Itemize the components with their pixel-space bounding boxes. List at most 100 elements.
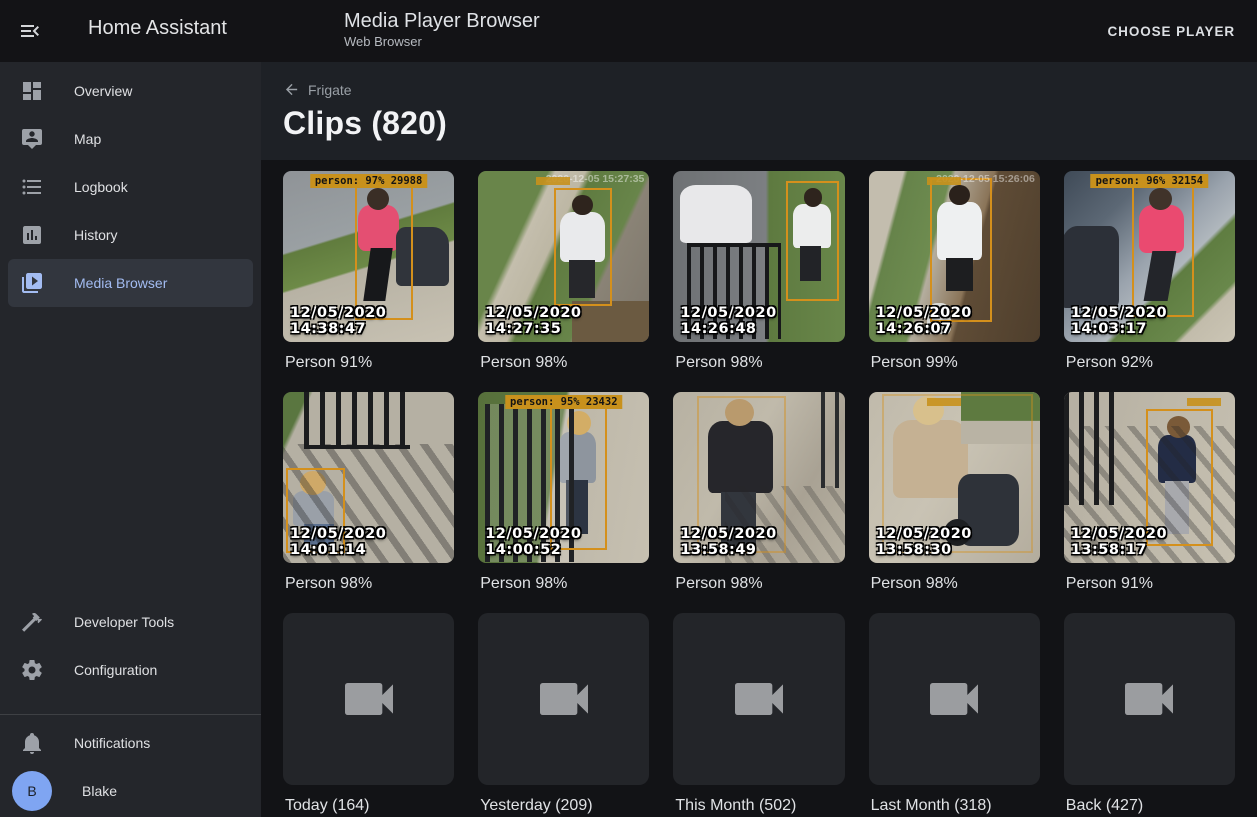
- folder-card-today[interactable]: Today (164): [283, 613, 454, 814]
- sidebar-item-configuration[interactable]: Configuration: [8, 646, 253, 694]
- frigate-timestamp: 12/05/2020 14:38:47: [290, 305, 454, 337]
- detection-bbox: [554, 188, 612, 306]
- folder-thumbnail[interactable]: [673, 613, 844, 784]
- clip-card[interactable]: person: 96% 32154 12/05/2020 14:03:17 Pe…: [1064, 171, 1235, 372]
- list-bulleted-icon: [20, 175, 44, 199]
- clip-card[interactable]: 2020-12-05 15:27:35 12/05/2020 14:27:35 …: [478, 171, 649, 372]
- view-dashboard-icon: [20, 79, 44, 103]
- folder-thumbnail[interactable]: [283, 613, 454, 784]
- clip-card[interactable]: 2020-12-05 15:26:06 12/05/2020 14:26:07 …: [869, 171, 1040, 372]
- detection-bbox: [355, 181, 413, 320]
- sidebar-bottom-section: Notifications B Blake: [0, 714, 261, 815]
- clip-thumbnail[interactable]: 12/05/2020 13:58:30: [869, 392, 1040, 563]
- app-title: Home Assistant: [88, 17, 227, 40]
- clip-thumbnail[interactable]: 12/05/2020 14:26:48: [673, 171, 844, 342]
- sidebar-item-label: Configuration: [74, 662, 157, 678]
- breadcrumb-label: Frigate: [308, 82, 352, 98]
- video-camera-icon: [727, 667, 791, 731]
- clip-card[interactable]: 12/05/2020 13:58:30 Person 98%: [869, 392, 1040, 593]
- frigate-timestamp: 12/05/2020 14:26:48: [680, 305, 844, 337]
- folder-card-yesterday[interactable]: Yesterday (209): [478, 613, 649, 814]
- clip-card[interactable]: 12/05/2020 14:01:14 Person 98%: [283, 392, 454, 593]
- sidebar-item-notifications[interactable]: Notifications: [8, 719, 253, 767]
- folder-card-last-month[interactable]: Last Month (318): [869, 613, 1040, 814]
- clip-caption: Person 98%: [869, 575, 1040, 593]
- sidebar-item-label: Notifications: [74, 735, 150, 751]
- clip-thumbnail[interactable]: 12/05/2020 13:58:17: [1064, 392, 1235, 563]
- clip-thumbnail[interactable]: 2020-12-05 15:26:06 12/05/2020 14:26:07: [869, 171, 1040, 342]
- video-camera-icon: [337, 667, 401, 731]
- page-title: Media Player Browser: [344, 9, 540, 33]
- folder-caption: This Month (502): [673, 797, 844, 815]
- clip-card[interactable]: 12/05/2020 13:58:17 Person 91%: [1064, 392, 1235, 593]
- sidebar-item-logbook[interactable]: Logbook: [8, 163, 253, 211]
- clip-card[interactable]: person: 97% 29988 12/05/2020 14:38:47 Pe…: [283, 171, 454, 372]
- clip-thumbnail[interactable]: person: 97% 29988 12/05/2020 14:38:47: [283, 171, 454, 342]
- folder-caption: Yesterday (209): [478, 797, 649, 815]
- sidebar-toggle-button[interactable]: [18, 19, 42, 43]
- clip-caption: Person 92%: [1064, 354, 1235, 372]
- clip-thumbnail[interactable]: 12/05/2020 13:58:49: [673, 392, 844, 563]
- sidebar-spacer: [0, 307, 261, 593]
- clip-caption: Person 98%: [283, 575, 454, 593]
- frigate-timestamp: 12/05/2020 14:00:52: [485, 526, 649, 558]
- camera-timestamp-overlay: 2020-12-05 15:26:06: [936, 173, 1035, 185]
- sidebar-item-label: History: [74, 227, 118, 243]
- sidebar: Overview Map Logbook History Media Brows…: [0, 62, 261, 817]
- sidebar-item-overview[interactable]: Overview: [8, 67, 253, 115]
- tooltip-account-icon: [20, 127, 44, 151]
- folder-thumbnail[interactable]: [1064, 613, 1235, 784]
- media-browser-main: Frigate Clips (820) person: 97% 29988 12…: [261, 62, 1257, 817]
- clip-thumbnail[interactable]: 2020-12-05 15:27:35 12/05/2020 14:27:35: [478, 171, 649, 342]
- camera-timestamp-overlay: 2020-12-05 15:27:35: [546, 173, 645, 185]
- detection-label: person: 97% 29988: [310, 174, 427, 188]
- video-camera-icon: [1117, 667, 1181, 731]
- user-avatar: B: [12, 771, 52, 811]
- chart-box-icon: [20, 223, 44, 247]
- user-name: Blake: [82, 783, 117, 799]
- clip-caption: Person 99%: [869, 354, 1040, 372]
- sidebar-menu: Overview Map Logbook History Media Brows…: [0, 62, 261, 307]
- clip-caption: Person 98%: [478, 354, 649, 372]
- folder-thumbnail[interactable]: [869, 613, 1040, 784]
- frigate-timestamp: 12/05/2020 13:58:49: [680, 526, 844, 558]
- clips-grid-area: person: 97% 29988 12/05/2020 14:38:47 Pe…: [261, 160, 1257, 817]
- frigate-timestamp: 12/05/2020 14:27:35: [485, 305, 649, 337]
- sidebar-item-history[interactable]: History: [8, 211, 253, 259]
- clip-card[interactable]: person: 95% 23432 12/05/2020 14:00:52 Pe…: [478, 392, 649, 593]
- gear-icon: [20, 658, 44, 682]
- clip-thumbnail[interactable]: person: 96% 32154 12/05/2020 14:03:17: [1064, 171, 1235, 342]
- page-heading: Clips (820): [283, 105, 1235, 142]
- breadcrumb[interactable]: Frigate: [283, 81, 352, 98]
- sidebar-item-map[interactable]: Map: [8, 115, 253, 163]
- sidebar-item-user[interactable]: B Blake: [8, 767, 253, 815]
- clip-caption: Person 98%: [478, 575, 649, 593]
- folder-caption: Back (427): [1064, 797, 1235, 815]
- detection-bbox: [786, 181, 839, 301]
- clip-caption: Person 91%: [283, 354, 454, 372]
- video-camera-icon: [922, 667, 986, 731]
- video-camera-icon: [532, 667, 596, 731]
- folder-card-back[interactable]: Back (427): [1064, 613, 1235, 814]
- detection-label: person: 96% 32154: [1091, 174, 1208, 188]
- sidebar-item-developer-tools[interactable]: Developer Tools: [8, 598, 253, 646]
- clip-card[interactable]: 12/05/2020 13:58:49 Person 98%: [673, 392, 844, 593]
- clip-caption: Person 91%: [1064, 575, 1235, 593]
- detection-bbox: [930, 178, 992, 322]
- clip-card[interactable]: 12/05/2020 14:26:48 Person 98%: [673, 171, 844, 372]
- clip-thumbnail[interactable]: person: 95% 23432 12/05/2020 14:00:52: [478, 392, 649, 563]
- frigate-timestamp: 12/05/2020 14:26:07: [876, 305, 1040, 337]
- page-title-block: Media Player Browser Web Browser: [344, 9, 540, 50]
- choose-player-button[interactable]: CHOOSE PLAYER: [1100, 0, 1243, 62]
- sidebar-item-label: Map: [74, 131, 101, 147]
- frigate-timestamp: 12/05/2020 14:01:14: [290, 526, 454, 558]
- folder-thumbnail[interactable]: [478, 613, 649, 784]
- frigate-timestamp: 12/05/2020 13:58:30: [876, 526, 1040, 558]
- sidebar-tools: Developer Tools Configuration: [0, 593, 261, 694]
- clips-grid: person: 97% 29988 12/05/2020 14:38:47 Pe…: [283, 171, 1235, 815]
- clip-thumbnail[interactable]: 12/05/2020 14:01:14: [283, 392, 454, 563]
- sidebar-item-label: Developer Tools: [74, 614, 174, 630]
- sidebar-item-media-browser[interactable]: Media Browser: [8, 259, 253, 307]
- clip-caption: Person 98%: [673, 354, 844, 372]
- folder-card-this-month[interactable]: This Month (502): [673, 613, 844, 814]
